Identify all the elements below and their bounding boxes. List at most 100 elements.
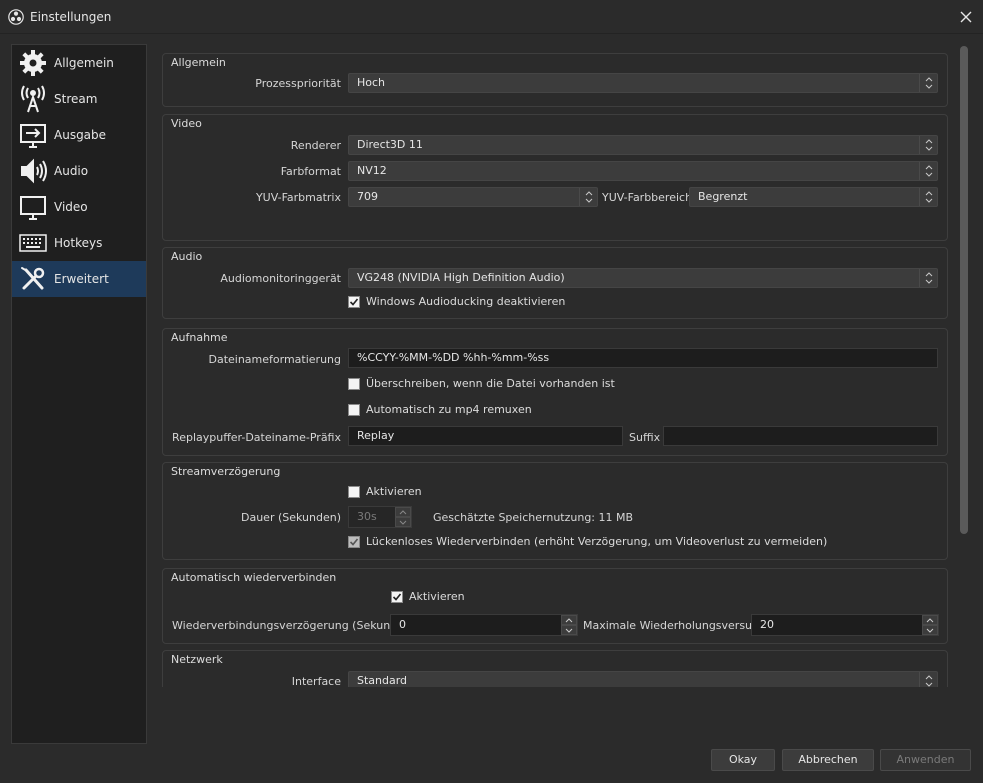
preserve-reconnect-checkbox[interactable]: Lückenloses Wiederverbinden (erhöht Verz… [348, 535, 827, 548]
settings-content: Allgemein Prozesspriorität Hoch Video Re… [162, 44, 949, 687]
scrollbar-thumb[interactable] [960, 46, 968, 534]
stream-delay-enable-label: Aktivieren [366, 485, 422, 498]
sidebar-item-hotkeys[interactable]: Hotkeys [12, 225, 146, 261]
cancel-button[interactable]: Abbrechen [782, 749, 874, 771]
delay-duration-label: Dauer (Sekunden) [241, 511, 341, 524]
delay-duration-spinbox[interactable]: 30s [348, 506, 412, 528]
audio-monitor-label: Audiomonitoringgerät [220, 272, 341, 285]
sidebar-item-label: Video [54, 200, 88, 214]
sidebar-item-label: Stream [54, 92, 98, 106]
group-recording: Aufnahme Dateinameformatierung %CCYY-%MM… [162, 328, 948, 456]
group-network: Netzwerk Interface Standard [162, 650, 948, 687]
suffix-label: Suffix [629, 431, 661, 444]
yuv-matrix-value: 709 [357, 190, 378, 203]
renderer-label: Renderer [290, 139, 341, 152]
renderer-value: Direct3D 11 [357, 138, 423, 151]
chevron-updown-icon [919, 162, 937, 180]
sidebar-item-allgemein[interactable]: Allgemein [12, 45, 146, 81]
sidebar-item-label: Audio [54, 164, 89, 178]
close-button[interactable] [955, 6, 977, 28]
yuv-range-select[interactable]: Begrenzt [689, 187, 938, 207]
spin-down-icon[interactable] [561, 625, 577, 635]
color-format-select[interactable]: NV12 [348, 161, 938, 181]
obs-logo-icon [8, 8, 24, 25]
interface-select[interactable]: Standard [348, 671, 938, 687]
chevron-updown-icon [919, 188, 937, 206]
yuv-range-value: Begrenzt [698, 190, 748, 203]
max-retries-spinbox[interactable]: 20 [751, 614, 939, 636]
spin-up-icon[interactable] [922, 615, 938, 625]
sidebar-item-label: Ausgabe [54, 128, 107, 142]
spin-down-icon[interactable] [922, 625, 938, 635]
audio-ducking-checkbox[interactable]: Windows Audioducking deaktivieren [348, 295, 565, 308]
sidebar-item-erweitert[interactable]: Erweitert [12, 261, 146, 297]
chevron-updown-icon [579, 188, 597, 206]
replay-prefix-label: Replaypuffer-Dateiname-Präfix [172, 431, 341, 444]
audio-ducking-label: Windows Audioducking deaktivieren [366, 295, 566, 308]
checkbox-box [348, 403, 360, 416]
sidebar-item-ausgabe[interactable]: Ausgabe [12, 117, 146, 153]
stream-delay-enable-checkbox[interactable]: Aktivieren [348, 485, 422, 498]
group-video: Video Renderer Direct3D 11 Farbformat NV… [162, 114, 948, 241]
antenna-icon [16, 83, 50, 115]
window-title: Einstellungen [30, 9, 112, 24]
priority-select[interactable]: Hoch [348, 73, 938, 93]
suffix-input[interactable] [663, 426, 938, 446]
keyboard-icon [16, 227, 50, 259]
group-title: Audio [171, 250, 203, 263]
renderer-select[interactable]: Direct3D 11 [348, 135, 938, 155]
spin-up-icon[interactable] [395, 507, 411, 517]
reconnect-delay-spinbox[interactable]: 0 [390, 614, 578, 636]
checkbox-box [348, 377, 360, 390]
output-icon [16, 119, 50, 151]
reconnect-delay-value: 0 [399, 618, 406, 631]
filename-format-input[interactable]: %CCYY-%MM-%DD %hh-%mm-%ss [348, 348, 938, 368]
spin-buttons [395, 507, 411, 527]
sidebar-item-audio[interactable]: Audio [12, 153, 146, 189]
settings-sidebar: Allgemein Stream Ausgabe Audio Video Hot… [11, 44, 147, 744]
monitor-icon [16, 191, 50, 223]
spin-down-icon[interactable] [395, 517, 411, 527]
yuv-matrix-select[interactable]: 709 [348, 187, 598, 207]
tools-icon [16, 263, 50, 295]
group-title: Netzwerk [171, 653, 223, 666]
max-retries-value: 20 [760, 618, 774, 631]
checkmark-icon [348, 535, 360, 548]
spin-up-icon[interactable] [561, 615, 577, 625]
sidebar-item-video[interactable]: Video [12, 189, 146, 225]
color-format-label: Farbformat [280, 165, 341, 178]
content-scrollbar[interactable] [958, 44, 970, 687]
max-retries-label: Maximale Wiederholungsversuche [583, 619, 772, 632]
group-title: Video [171, 117, 202, 130]
remux-checkbox[interactable]: Automatisch zu mp4 remuxen [348, 403, 532, 416]
speaker-icon [16, 155, 50, 187]
spin-buttons [561, 615, 577, 635]
sidebar-item-stream[interactable]: Stream [12, 81, 146, 117]
group-title: Automatisch wiederverbinden [171, 571, 337, 584]
color-format-value: NV12 [357, 164, 387, 177]
filename-format-label: Dateinameformatierung [208, 353, 341, 366]
group-stream-delay: Streamverzögerung Aktivieren Dauer (Seku… [162, 462, 948, 560]
overwrite-checkbox[interactable]: Überschreiben, wenn die Datei vorhanden … [348, 377, 615, 390]
reconnect-enable-checkbox[interactable]: Aktivieren [391, 590, 465, 603]
group-title: Aufnahme [171, 331, 228, 344]
gear-icon [16, 47, 50, 79]
title-bar: Einstellungen [0, 0, 983, 34]
overwrite-label: Überschreiben, wenn die Datei vorhanden … [366, 377, 615, 390]
group-reconnect: Automatisch wiederverbinden Aktivieren W… [162, 568, 948, 644]
apply-button[interactable]: Anwenden [880, 749, 971, 771]
sidebar-item-label: Allgemein [54, 56, 114, 70]
interface-label: Interface [291, 675, 341, 687]
audio-monitor-value: VG248 (NVIDIA High Definition Audio) [357, 271, 565, 284]
audio-monitor-select[interactable]: VG248 (NVIDIA High Definition Audio) [348, 268, 938, 288]
ok-button[interactable]: Okay [711, 749, 775, 771]
memory-usage-text: Geschätzte Speichernutzung: 11 MB [433, 511, 634, 524]
group-title: Allgemein [171, 56, 226, 69]
chevron-updown-icon [919, 136, 937, 154]
checkbox-box [348, 485, 360, 498]
priority-value: Hoch [357, 76, 386, 89]
delay-duration-value: 30s [357, 510, 377, 523]
replay-prefix-input[interactable]: Replay [348, 426, 623, 446]
reconnect-enable-label: Aktivieren [409, 590, 465, 603]
interface-value: Standard [357, 674, 408, 687]
